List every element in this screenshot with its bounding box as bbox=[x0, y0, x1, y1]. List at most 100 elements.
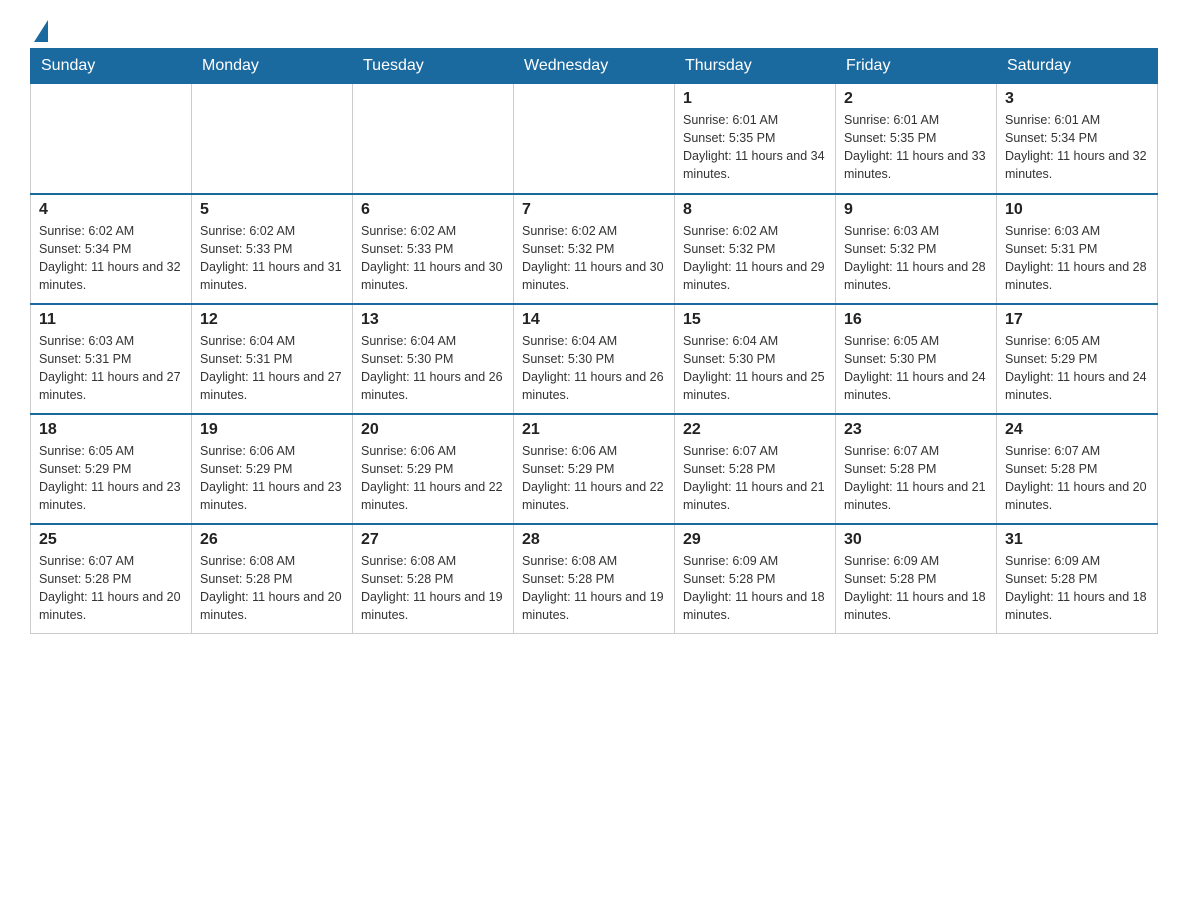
day-info: Sunrise: 6:03 AM Sunset: 5:31 PM Dayligh… bbox=[39, 332, 183, 405]
day-info: Sunrise: 6:07 AM Sunset: 5:28 PM Dayligh… bbox=[39, 552, 183, 625]
day-number: 15 bbox=[683, 311, 827, 329]
day-number: 29 bbox=[683, 531, 827, 549]
day-info: Sunrise: 6:02 AM Sunset: 5:33 PM Dayligh… bbox=[200, 222, 344, 295]
day-number: 21 bbox=[522, 421, 666, 439]
weekday-header-sunday: Sunday bbox=[31, 49, 192, 84]
calendar-cell: 19 Sunrise: 6:06 AM Sunset: 5:29 PM Dayli… bbox=[192, 414, 353, 524]
day-number: 5 bbox=[200, 201, 344, 219]
day-info: Sunrise: 6:08 AM Sunset: 5:28 PM Dayligh… bbox=[522, 552, 666, 625]
day-number: 1 bbox=[683, 90, 827, 108]
day-number: 27 bbox=[361, 531, 505, 549]
day-number: 18 bbox=[39, 421, 183, 439]
day-info: Sunrise: 6:05 AM Sunset: 5:30 PM Dayligh… bbox=[844, 332, 988, 405]
calendar-cell bbox=[192, 84, 353, 194]
day-info: Sunrise: 6:06 AM Sunset: 5:29 PM Dayligh… bbox=[200, 442, 344, 515]
day-number: 8 bbox=[683, 201, 827, 219]
weekday-header-thursday: Thursday bbox=[675, 49, 836, 84]
day-number: 28 bbox=[522, 531, 666, 549]
calendar-cell: 15 Sunrise: 6:04 AM Sunset: 5:30 PM Dayli… bbox=[675, 304, 836, 414]
day-info: Sunrise: 6:01 AM Sunset: 5:34 PM Dayligh… bbox=[1005, 111, 1149, 184]
calendar-cell: 14 Sunrise: 6:04 AM Sunset: 5:30 PM Dayli… bbox=[514, 304, 675, 414]
calendar-cell: 29 Sunrise: 6:09 AM Sunset: 5:28 PM Dayli… bbox=[675, 524, 836, 634]
weekday-header-monday: Monday bbox=[192, 49, 353, 84]
calendar-cell: 20 Sunrise: 6:06 AM Sunset: 5:29 PM Dayli… bbox=[353, 414, 514, 524]
calendar-cell: 13 Sunrise: 6:04 AM Sunset: 5:30 PM Dayli… bbox=[353, 304, 514, 414]
day-info: Sunrise: 6:04 AM Sunset: 5:31 PM Dayligh… bbox=[200, 332, 344, 405]
calendar-cell: 9 Sunrise: 6:03 AM Sunset: 5:32 PM Daylig… bbox=[836, 194, 997, 304]
calendar-cell: 17 Sunrise: 6:05 AM Sunset: 5:29 PM Dayli… bbox=[997, 304, 1158, 414]
day-info: Sunrise: 6:09 AM Sunset: 5:28 PM Dayligh… bbox=[844, 552, 988, 625]
calendar-cell: 1 Sunrise: 6:01 AM Sunset: 5:35 PM Daylig… bbox=[675, 84, 836, 194]
week-row-1: 1 Sunrise: 6:01 AM Sunset: 5:35 PM Daylig… bbox=[31, 84, 1158, 194]
day-info: Sunrise: 6:08 AM Sunset: 5:28 PM Dayligh… bbox=[361, 552, 505, 625]
weekday-header-friday: Friday bbox=[836, 49, 997, 84]
day-info: Sunrise: 6:09 AM Sunset: 5:28 PM Dayligh… bbox=[683, 552, 827, 625]
week-row-4: 18 Sunrise: 6:05 AM Sunset: 5:29 PM Dayli… bbox=[31, 414, 1158, 524]
day-number: 19 bbox=[200, 421, 344, 439]
calendar-cell: 31Sunrise: 6:09 AM Sunset: 5:28 PM Dayli… bbox=[997, 524, 1158, 634]
day-info: Sunrise: 6:07 AM Sunset: 5:28 PM Dayligh… bbox=[1005, 442, 1149, 515]
day-info: Sunrise: 6:07 AM Sunset: 5:28 PM Dayligh… bbox=[844, 442, 988, 515]
calendar-cell: 7Sunrise: 6:02 AM Sunset: 5:32 PM Daylig… bbox=[514, 194, 675, 304]
calendar-cell bbox=[514, 84, 675, 194]
calendar-cell: 18 Sunrise: 6:05 AM Sunset: 5:29 PM Dayli… bbox=[31, 414, 192, 524]
calendar-cell: 28 Sunrise: 6:08 AM Sunset: 5:28 PM Dayli… bbox=[514, 524, 675, 634]
calendar-cell: 3Sunrise: 6:01 AM Sunset: 5:34 PM Daylig… bbox=[997, 84, 1158, 194]
day-number: 13 bbox=[361, 311, 505, 329]
day-number: 22 bbox=[683, 421, 827, 439]
day-info: Sunrise: 6:06 AM Sunset: 5:29 PM Dayligh… bbox=[522, 442, 666, 515]
day-info: Sunrise: 6:03 AM Sunset: 5:32 PM Dayligh… bbox=[844, 222, 988, 295]
day-number: 14 bbox=[522, 311, 666, 329]
day-number: 23 bbox=[844, 421, 988, 439]
calendar-cell: 21 Sunrise: 6:06 AM Sunset: 5:29 PM Dayli… bbox=[514, 414, 675, 524]
calendar-cell: 8 Sunrise: 6:02 AM Sunset: 5:32 PM Daylig… bbox=[675, 194, 836, 304]
calendar-cell: 2 Sunrise: 6:01 AM Sunset: 5:35 PM Daylig… bbox=[836, 84, 997, 194]
calendar-cell: 26Sunrise: 6:08 AM Sunset: 5:28 PM Dayli… bbox=[192, 524, 353, 634]
day-info: Sunrise: 6:04 AM Sunset: 5:30 PM Dayligh… bbox=[361, 332, 505, 405]
calendar-cell: 22 Sunrise: 6:07 AM Sunset: 5:28 PM Dayli… bbox=[675, 414, 836, 524]
day-number: 2 bbox=[844, 90, 988, 108]
calendar-table: SundayMondayTuesdayWednesdayThursdayFrid… bbox=[30, 48, 1158, 634]
week-row-3: 11 Sunrise: 6:03 AM Sunset: 5:31 PM Dayli… bbox=[31, 304, 1158, 414]
weekday-header-row: SundayMondayTuesdayWednesdayThursdayFrid… bbox=[31, 49, 1158, 84]
day-info: Sunrise: 6:05 AM Sunset: 5:29 PM Dayligh… bbox=[1005, 332, 1149, 405]
day-number: 17 bbox=[1005, 311, 1149, 329]
day-info: Sunrise: 6:05 AM Sunset: 5:29 PM Dayligh… bbox=[39, 442, 183, 515]
day-number: 10 bbox=[1005, 201, 1149, 219]
weekday-header-tuesday: Tuesday bbox=[353, 49, 514, 84]
day-number: 11 bbox=[39, 311, 183, 329]
calendar-cell bbox=[31, 84, 192, 194]
day-info: Sunrise: 6:04 AM Sunset: 5:30 PM Dayligh… bbox=[522, 332, 666, 405]
day-number: 20 bbox=[361, 421, 505, 439]
day-number: 4 bbox=[39, 201, 183, 219]
week-row-2: 4 Sunrise: 6:02 AM Sunset: 5:34 PM Daylig… bbox=[31, 194, 1158, 304]
day-info: Sunrise: 6:07 AM Sunset: 5:28 PM Dayligh… bbox=[683, 442, 827, 515]
day-info: Sunrise: 6:08 AM Sunset: 5:28 PM Dayligh… bbox=[200, 552, 344, 625]
week-row-5: 25 Sunrise: 6:07 AM Sunset: 5:28 PM Dayli… bbox=[31, 524, 1158, 634]
calendar-cell: 5 Sunrise: 6:02 AM Sunset: 5:33 PM Daylig… bbox=[192, 194, 353, 304]
weekday-header-saturday: Saturday bbox=[997, 49, 1158, 84]
calendar-cell: 30 Sunrise: 6:09 AM Sunset: 5:28 PM Dayli… bbox=[836, 524, 997, 634]
page-header bbox=[30, 20, 1158, 38]
calendar-cell: 4 Sunrise: 6:02 AM Sunset: 5:34 PM Daylig… bbox=[31, 194, 192, 304]
calendar-cell: 12 Sunrise: 6:04 AM Sunset: 5:31 PM Dayli… bbox=[192, 304, 353, 414]
day-number: 12 bbox=[200, 311, 344, 329]
calendar-cell: 16Sunrise: 6:05 AM Sunset: 5:30 PM Dayli… bbox=[836, 304, 997, 414]
day-number: 7 bbox=[522, 201, 666, 219]
day-info: Sunrise: 6:02 AM Sunset: 5:32 PM Dayligh… bbox=[683, 222, 827, 295]
day-number: 24 bbox=[1005, 421, 1149, 439]
day-number: 9 bbox=[844, 201, 988, 219]
day-info: Sunrise: 6:02 AM Sunset: 5:33 PM Dayligh… bbox=[361, 222, 505, 295]
day-number: 25 bbox=[39, 531, 183, 549]
day-info: Sunrise: 6:04 AM Sunset: 5:30 PM Dayligh… bbox=[683, 332, 827, 405]
day-number: 31 bbox=[1005, 531, 1149, 549]
calendar-cell: 11 Sunrise: 6:03 AM Sunset: 5:31 PM Dayli… bbox=[31, 304, 192, 414]
day-info: Sunrise: 6:01 AM Sunset: 5:35 PM Dayligh… bbox=[683, 111, 827, 184]
calendar-cell: 6Sunrise: 6:02 AM Sunset: 5:33 PM Daylig… bbox=[353, 194, 514, 304]
logo-triangle-icon bbox=[34, 20, 48, 42]
day-info: Sunrise: 6:03 AM Sunset: 5:31 PM Dayligh… bbox=[1005, 222, 1149, 295]
day-number: 30 bbox=[844, 531, 988, 549]
day-info: Sunrise: 6:06 AM Sunset: 5:29 PM Dayligh… bbox=[361, 442, 505, 515]
day-info: Sunrise: 6:02 AM Sunset: 5:34 PM Dayligh… bbox=[39, 222, 183, 295]
day-info: Sunrise: 6:01 AM Sunset: 5:35 PM Dayligh… bbox=[844, 111, 988, 184]
